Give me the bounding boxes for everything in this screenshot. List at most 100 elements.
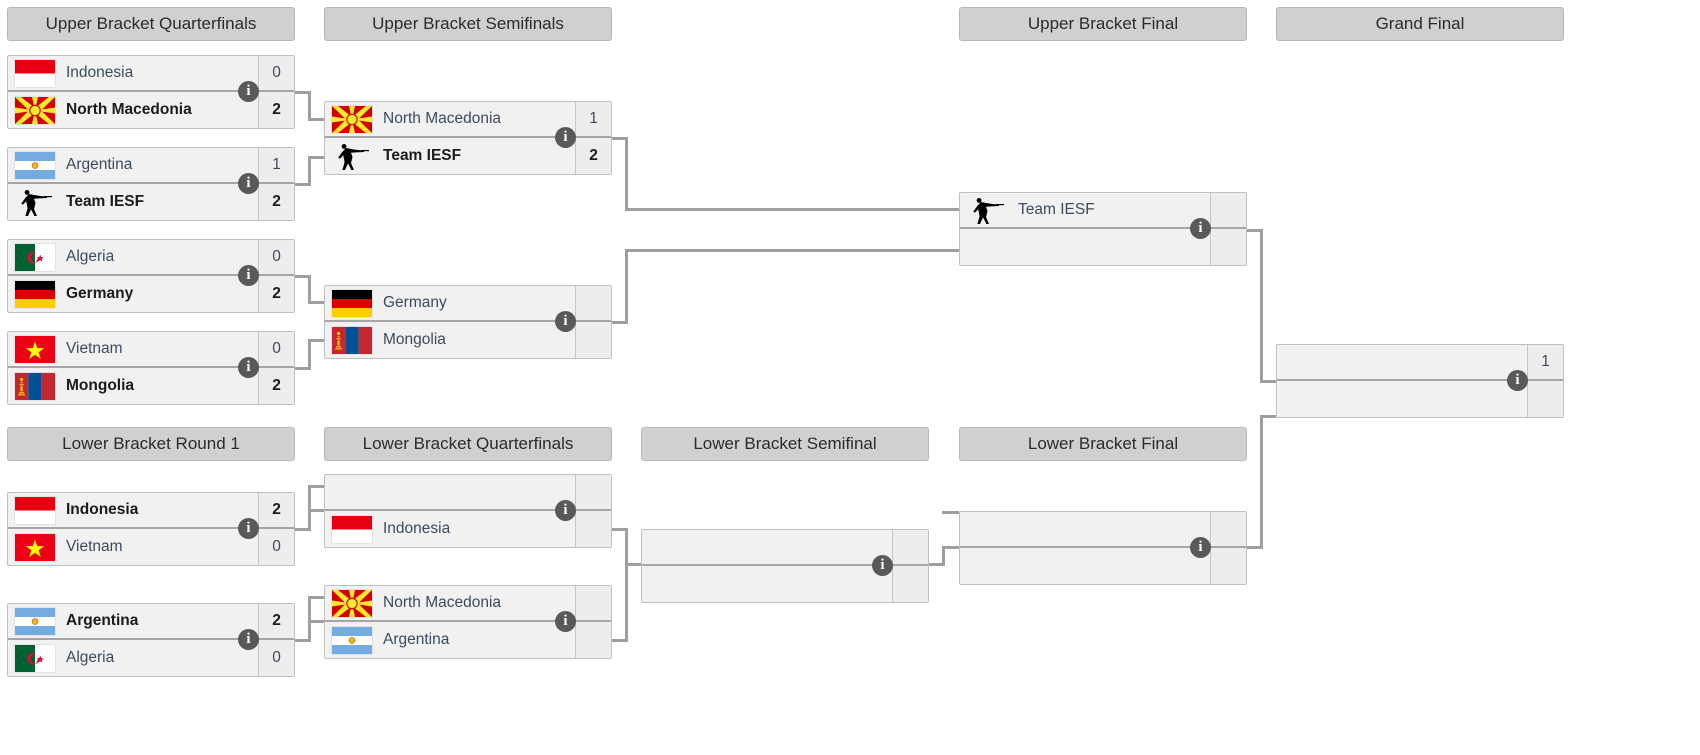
match-lbqf2[interactable]: North Macedonia Argentina i — [324, 585, 612, 659]
match-ubqf2[interactable]: Argentina 1 Team IESF 2 i — [7, 147, 295, 221]
match-ubsf1[interactable]: North Macedonia 1 Team IESF 2 i — [324, 101, 612, 175]
connector — [308, 509, 324, 512]
flag-mongolia-icon — [8, 368, 62, 404]
connector — [308, 485, 324, 488]
connector — [942, 511, 959, 514]
connector — [308, 339, 311, 370]
team-score — [575, 286, 611, 320]
team-name: Argentina — [379, 631, 575, 649]
team-name: Indonesia — [62, 501, 258, 519]
team-score — [575, 475, 611, 509]
connector — [308, 339, 324, 342]
match-lower-bracket-final[interactable]: i — [959, 511, 1247, 585]
connector — [1260, 229, 1263, 383]
connector — [308, 91, 311, 121]
match-ubsf2[interactable]: Germany Mongolia i — [324, 285, 612, 359]
team-score — [1210, 229, 1246, 265]
flag-north-macedonia-icon — [325, 102, 379, 136]
team-name: Argentina — [62, 156, 258, 174]
match-info-icon[interactable]: i — [238, 357, 259, 378]
match-info-icon[interactable]: i — [872, 555, 893, 576]
match-info-icon[interactable]: i — [555, 127, 576, 148]
team-name: Indonesia — [379, 520, 575, 538]
team-score — [892, 530, 928, 564]
round-header-upper-bracket-quarterfinals: Upper Bracket Quarterfinals — [7, 7, 295, 41]
flag-argentina-icon — [8, 604, 62, 638]
round-header-upper-bracket-final: Upper Bracket Final — [959, 7, 1247, 41]
connector — [308, 156, 324, 159]
connector — [625, 249, 959, 252]
match-info-icon[interactable]: i — [238, 518, 259, 539]
flag-indonesia-icon — [325, 511, 379, 547]
flag-north-macedonia-icon — [325, 586, 379, 620]
team-iesf-logo-icon — [325, 138, 379, 174]
flag-vietnam-icon — [8, 529, 62, 565]
connector — [308, 596, 311, 642]
team-score: 1 — [1527, 345, 1563, 379]
round-header-lower-bracket-final: Lower Bracket Final — [959, 427, 1247, 461]
match-ubqf4[interactable]: Vietnam 0 Mongolia 2 i — [7, 331, 295, 405]
connector — [308, 620, 324, 623]
match-info-icon[interactable]: i — [238, 629, 259, 650]
match-lbqf1[interactable]: Indonesia i — [324, 474, 612, 548]
match-info-icon[interactable]: i — [1190, 537, 1211, 558]
match-grand-final[interactable]: 1 i — [1276, 344, 1564, 418]
team-score — [575, 511, 611, 547]
flag-placeholder-icon — [1277, 381, 1331, 417]
match-info-icon[interactable]: i — [555, 500, 576, 521]
team-name: North Macedonia — [62, 101, 258, 119]
match-lbr1-2[interactable]: Argentina 2 Algeria 0 i — [7, 603, 295, 677]
connector — [308, 275, 311, 304]
round-header-upper-bracket-semifinals: Upper Bracket Semifinals — [324, 7, 612, 41]
flag-indonesia-icon — [8, 493, 62, 527]
match-lbr1-1[interactable]: Indonesia 2 Vietnam 0 i — [7, 492, 295, 566]
flag-placeholder-icon — [960, 512, 1014, 546]
connector — [625, 566, 628, 642]
team-score: 2 — [258, 92, 294, 128]
team-score: 2 — [258, 368, 294, 404]
team-score: 0 — [258, 240, 294, 274]
team-score — [892, 566, 928, 602]
round-header-lower-bracket-semifinal: Lower Bracket Semifinal — [641, 427, 929, 461]
team-score: 2 — [258, 604, 294, 638]
team-name: Mongolia — [379, 331, 575, 349]
team-score: 1 — [575, 102, 611, 136]
match-ubqf1[interactable]: Indonesia 0 North Macedonia 2 i — [7, 55, 295, 129]
match-info-icon[interactable]: i — [1190, 218, 1211, 239]
team-score: 2 — [258, 493, 294, 527]
team-name: Indonesia — [62, 64, 258, 82]
match-info-icon[interactable]: i — [238, 265, 259, 286]
team-name: Team IESF — [379, 147, 575, 165]
match-info-icon[interactable]: i — [555, 611, 576, 632]
flag-indonesia-icon — [8, 56, 62, 90]
team-name: Argentina — [62, 612, 258, 630]
team-name: Algeria — [62, 248, 258, 266]
match-info-icon[interactable]: i — [555, 311, 576, 332]
flag-placeholder-icon — [642, 530, 696, 564]
match-ubqf3[interactable]: Algeria 0 Germany 2 i — [7, 239, 295, 313]
flag-algeria-icon — [8, 640, 62, 676]
team-score — [1210, 548, 1246, 584]
flag-placeholder-icon — [960, 229, 1014, 265]
team-name: Team IESF — [62, 193, 258, 211]
connector — [1260, 380, 1276, 383]
connector — [625, 137, 628, 211]
team-name: Vietnam — [62, 340, 258, 358]
team-score: 2 — [575, 138, 611, 174]
match-upper-bracket-final[interactable]: Team IESF i — [959, 192, 1247, 266]
match-lower-bracket-semifinal[interactable]: i — [641, 529, 929, 603]
connector — [308, 156, 311, 186]
team-name: North Macedonia — [379, 110, 575, 128]
match-info-icon[interactable]: i — [238, 173, 259, 194]
round-header-lower-bracket-quarterfinals: Lower Bracket Quarterfinals — [324, 427, 612, 461]
match-info-icon[interactable]: i — [238, 81, 259, 102]
team-score — [575, 322, 611, 358]
team-score — [1210, 512, 1246, 546]
team-score — [575, 586, 611, 620]
flag-algeria-icon — [8, 240, 62, 274]
team-score: 0 — [258, 640, 294, 676]
team-score — [575, 622, 611, 658]
team-score: 0 — [258, 332, 294, 366]
match-info-icon[interactable]: i — [1507, 370, 1528, 391]
flag-placeholder-icon — [325, 475, 379, 509]
